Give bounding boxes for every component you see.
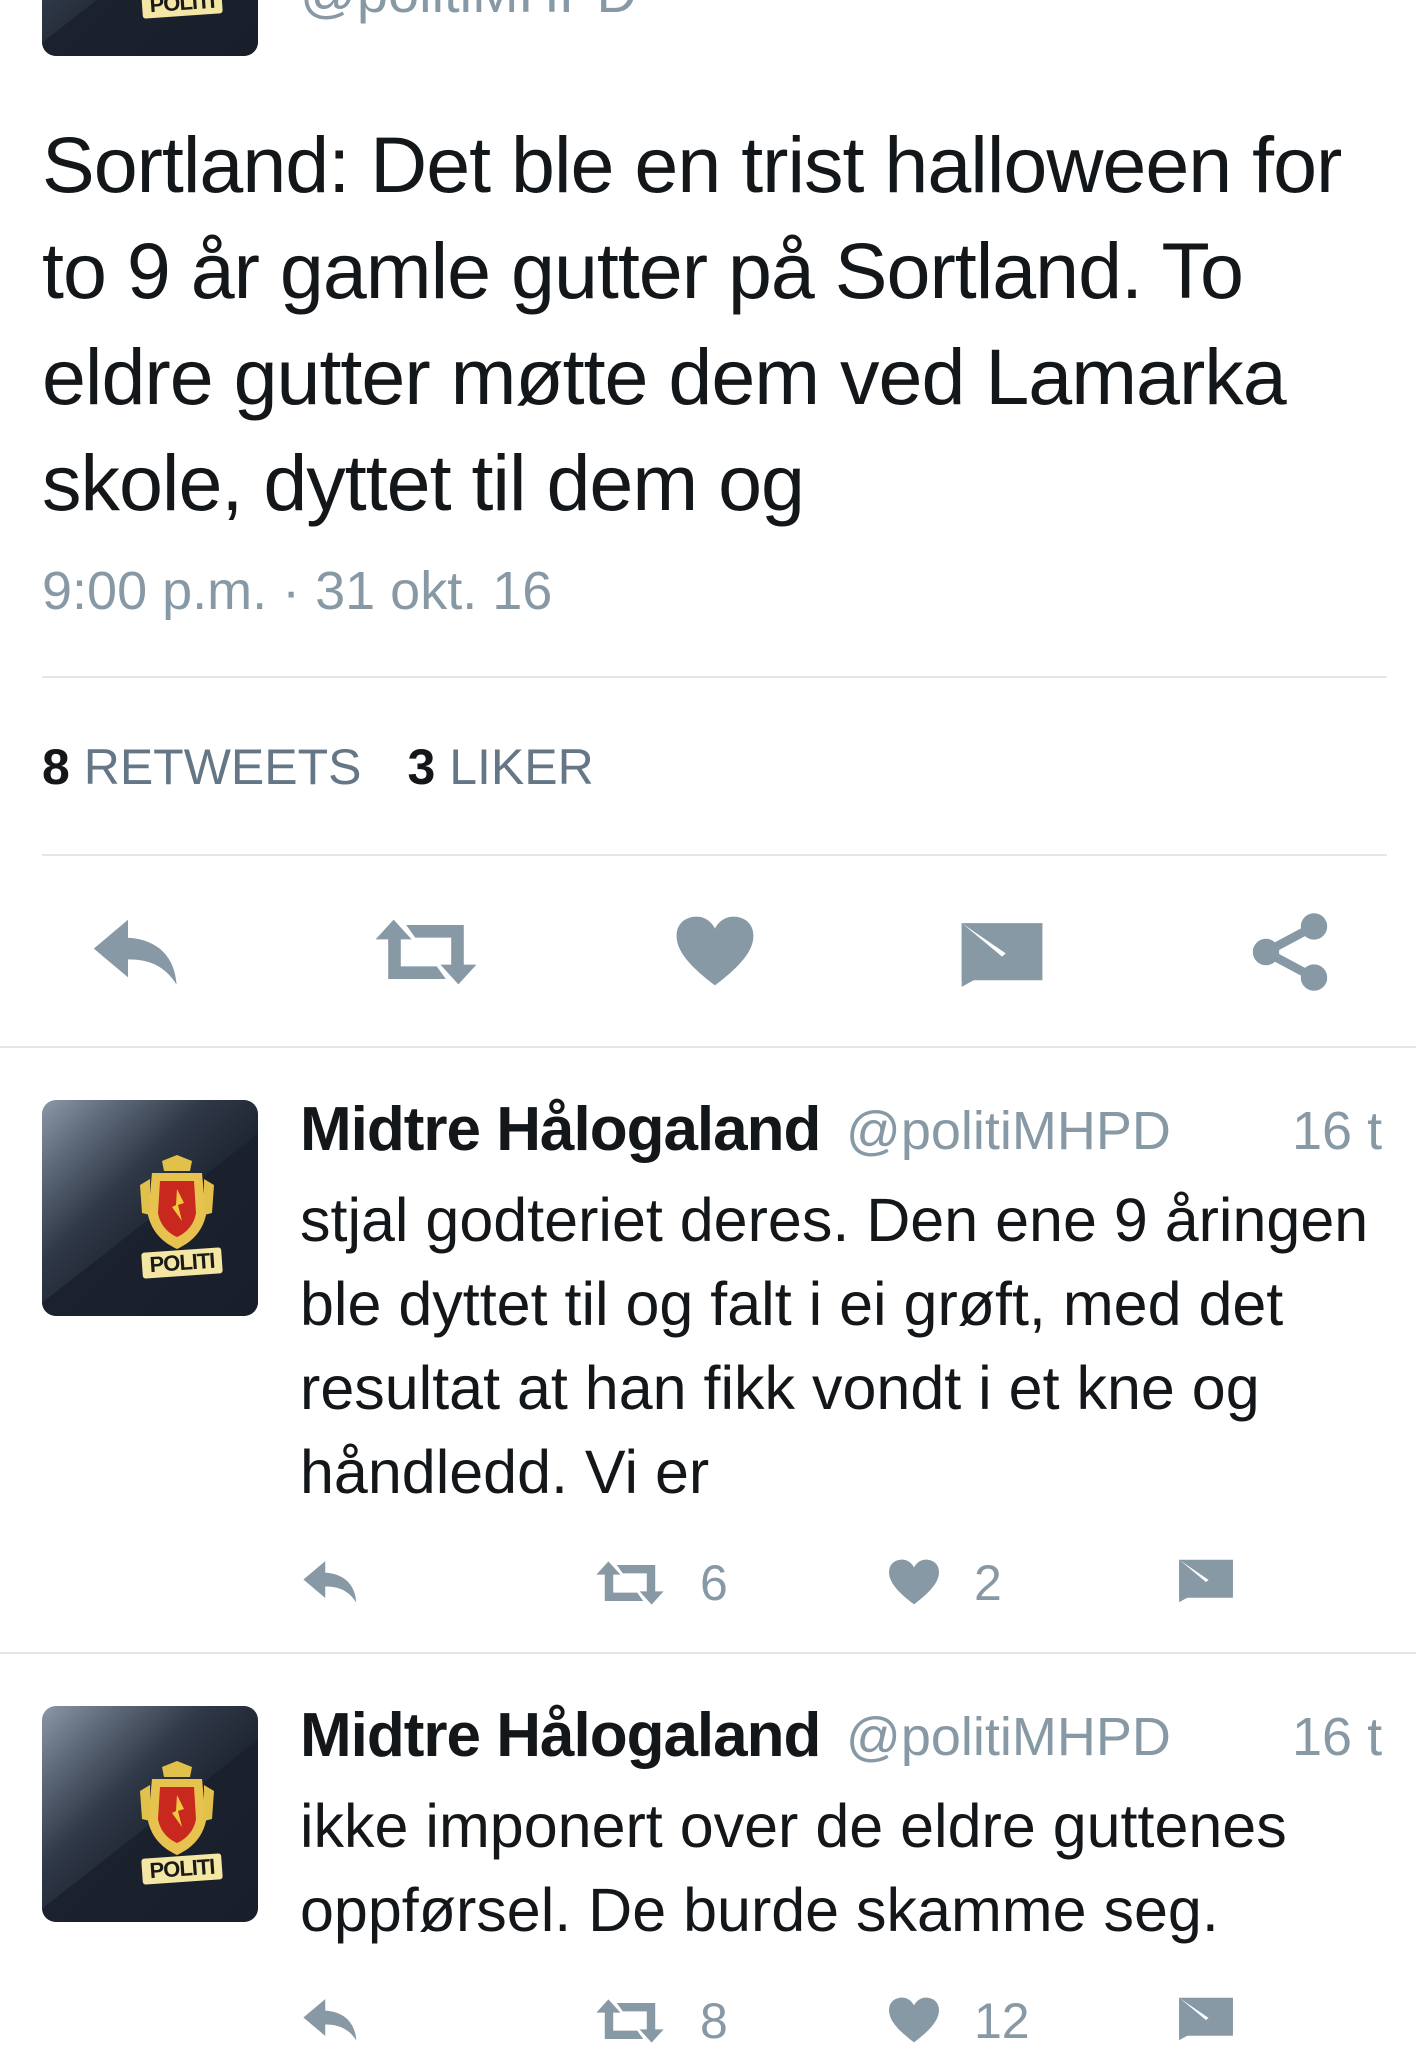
likes-label: LIKER bbox=[449, 739, 594, 795]
divider bbox=[0, 1652, 1416, 1654]
divider bbox=[42, 854, 1387, 856]
avatar-badge-text: POLITI bbox=[141, 1247, 223, 1279]
retweets-count: 8 bbox=[42, 739, 70, 795]
reply-icon[interactable] bbox=[302, 1998, 360, 2044]
heart-icon[interactable] bbox=[675, 914, 755, 988]
message-icon[interactable] bbox=[960, 918, 1044, 992]
reply-icon[interactable] bbox=[302, 1560, 360, 1606]
likes-stat[interactable]: 3 LIKER bbox=[408, 739, 594, 795]
retweet-icon[interactable] bbox=[594, 1996, 666, 2046]
message-icon[interactable] bbox=[1178, 1994, 1234, 2044]
heart-icon[interactable] bbox=[888, 1996, 940, 2044]
retweets-label: RETWEETS bbox=[83, 739, 362, 795]
police-badge-icon bbox=[132, 1761, 222, 1856]
avatar[interactable]: POLITI bbox=[42, 1100, 258, 1316]
retweets-stat[interactable]: 8 RETWEETS bbox=[42, 739, 362, 795]
message-icon[interactable] bbox=[1178, 1556, 1234, 1606]
avatar[interactable]: POLITI bbox=[42, 0, 258, 56]
police-badge-icon bbox=[132, 1155, 222, 1250]
tweet-text: stjal godteriet deres. Den ene 9 åringen… bbox=[300, 1186, 1369, 1506]
tweet-timestamp: 9:00 p.m. · 31 okt. 16 bbox=[42, 561, 553, 621]
user-handle[interactable]: @politiMHPD bbox=[846, 1706, 1171, 1768]
reply-icon[interactable] bbox=[92, 918, 182, 990]
tweet-text: Sortland: Det ble en trist halloween for… bbox=[42, 120, 1342, 527]
retweet-count: 6 bbox=[700, 1555, 728, 1611]
divider bbox=[0, 1046, 1416, 1048]
likes-count: 3 bbox=[407, 739, 436, 795]
tweet-time[interactable]: 16 t bbox=[1292, 1706, 1382, 1768]
share-icon[interactable] bbox=[1250, 912, 1330, 992]
avatar[interactable]: POLITI bbox=[42, 1706, 258, 1922]
divider bbox=[42, 676, 1387, 678]
user-name[interactable]: Midtre Hålogaland bbox=[300, 1094, 821, 1165]
heart-icon[interactable] bbox=[888, 1558, 940, 1606]
tweet-text: ikke imponert over de eldre guttenes opp… bbox=[300, 1792, 1287, 1944]
tweet-time[interactable]: 16 t bbox=[1292, 1100, 1382, 1162]
retweet-count: 8 bbox=[700, 1993, 728, 2049]
tweet-stats: 8 RETWEETS 3 LIKER bbox=[42, 738, 594, 796]
like-count: 2 bbox=[974, 1555, 1002, 1611]
user-handle[interactable]: @politiMHPD bbox=[846, 1100, 1171, 1162]
retweet-icon[interactable] bbox=[372, 914, 480, 990]
tweet-handle[interactable]: @politiMHPD bbox=[300, 0, 637, 25]
user-name[interactable]: Midtre Hålogaland bbox=[300, 1700, 821, 1771]
avatar-badge-text: POLITI bbox=[141, 1853, 223, 1885]
retweet-icon[interactable] bbox=[594, 1558, 666, 1608]
like-count: 12 bbox=[974, 1993, 1030, 2049]
